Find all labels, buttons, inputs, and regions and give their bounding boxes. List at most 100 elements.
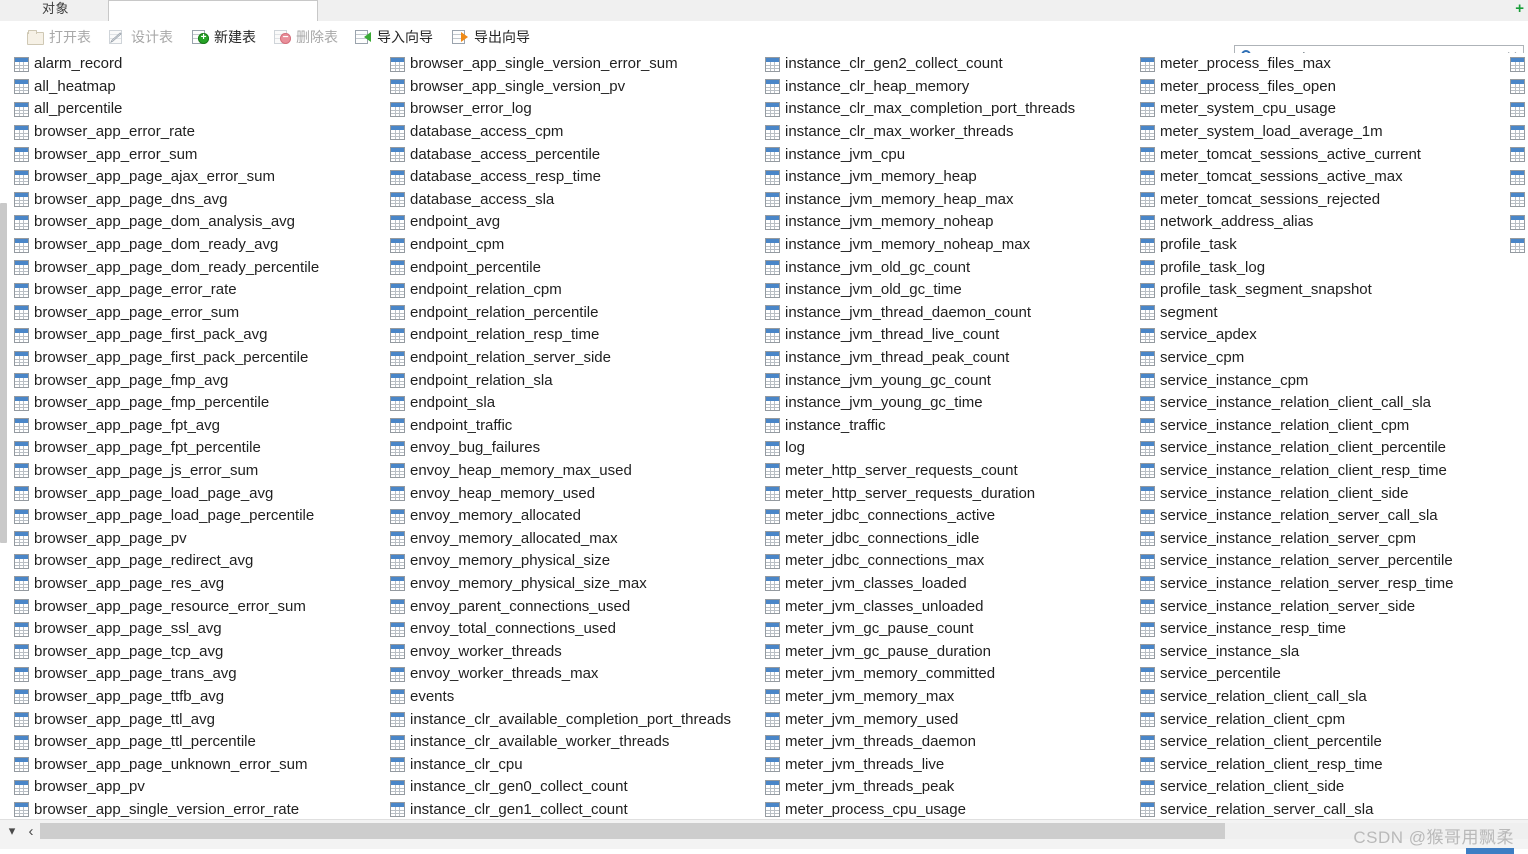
list-item[interactable]: browser_app_page_dns_avg xyxy=(14,189,319,212)
delete-table-button[interactable]: − 删除表 xyxy=(271,25,341,49)
tab-active-page[interactable] xyxy=(108,0,318,23)
list-item[interactable]: instance_jvm_memory_noheap_max xyxy=(765,234,1075,257)
list-item[interactable]: instance_jvm_memory_heap xyxy=(765,166,1075,189)
list-item[interactable]: meter_jvm_classes_unloaded xyxy=(765,595,1075,618)
list-item[interactable]: browser_app_page_fmp_percentile xyxy=(14,392,319,415)
list-item[interactable]: meter_jdbc_connections_active xyxy=(765,505,1075,528)
list-item[interactable]: service_instance_relation_client_percent… xyxy=(1140,437,1453,460)
list-item[interactable]: meter_system_load_average_1m xyxy=(1140,121,1453,144)
list-item[interactable]: instance_jvm_thread_daemon_count xyxy=(765,302,1075,325)
list-item[interactable]: instance_clr_available_worker_threads xyxy=(390,731,731,754)
list-item[interactable]: browser_app_page_fpt_percentile xyxy=(14,437,319,460)
import-wizard-button[interactable]: 导入向导 xyxy=(352,25,436,49)
list-item[interactable]: instance_traffic xyxy=(765,415,1075,438)
list-item[interactable]: instance_clr_available_completion_port_t… xyxy=(390,708,731,731)
list-item[interactable]: meter_jvm_memory_used xyxy=(765,708,1075,731)
list-item[interactable] xyxy=(1510,98,1528,121)
list-item[interactable]: instance_clr_gen1_collect_count xyxy=(390,799,731,820)
list-item[interactable]: browser_app_page_error_rate xyxy=(14,279,319,302)
list-item[interactable]: browser_app_page_first_pack_percentile xyxy=(14,347,319,370)
vertical-scrollbar-thumb[interactable] xyxy=(0,203,7,543)
list-item[interactable] xyxy=(1510,76,1528,99)
list-item[interactable]: envoy_memory_allocated_max xyxy=(390,527,731,550)
list-item[interactable]: service_instance_relation_server_resp_ti… xyxy=(1140,573,1453,596)
list-item[interactable]: meter_jvm_threads_daemon xyxy=(765,731,1075,754)
table-list[interactable]: alarm_record all_heatmap all_percentile bro… xyxy=(0,53,1528,820)
list-item[interactable]: browser_app_page_dom_ready_percentile xyxy=(14,256,319,279)
list-item[interactable]: service_instance_relation_server_side xyxy=(1140,595,1453,618)
list-item[interactable]: envoy_memory_physical_size xyxy=(390,550,731,573)
list-item[interactable]: meter_http_server_requests_duration xyxy=(765,482,1075,505)
list-item[interactable]: service_instance_relation_client_resp_ti… xyxy=(1140,460,1453,483)
list-item[interactable]: browser_app_page_error_sum xyxy=(14,302,319,325)
list-item[interactable] xyxy=(1510,53,1528,76)
list-item[interactable]: browser_app_page_js_error_sum xyxy=(14,460,319,483)
list-item[interactable]: service_instance_relation_client_call_sl… xyxy=(1140,392,1453,415)
list-item[interactable]: database_access_sla xyxy=(390,189,731,212)
list-item[interactable]: browser_app_pv xyxy=(14,776,319,799)
list-item[interactable]: service_instance_relation_client_cpm xyxy=(1140,415,1453,438)
list-item[interactable]: browser_app_page_dom_ready_avg xyxy=(14,234,319,257)
list-item[interactable] xyxy=(1510,211,1528,234)
list-item[interactable]: meter_tomcat_sessions_rejected xyxy=(1140,189,1453,212)
list-item[interactable]: service_instance_cpm xyxy=(1140,369,1453,392)
chevron-left-icon[interactable]: ‹ xyxy=(22,822,40,840)
list-item[interactable]: envoy_worker_threads xyxy=(390,640,731,663)
list-item[interactable]: instance_clr_cpu xyxy=(390,753,731,776)
list-item[interactable]: endpoint_relation_resp_time xyxy=(390,324,731,347)
list-item[interactable]: meter_jvm_memory_committed xyxy=(765,663,1075,686)
list-item[interactable]: browser_app_error_sum xyxy=(14,143,319,166)
design-table-button[interactable]: 设计表 xyxy=(106,25,176,49)
list-item[interactable] xyxy=(1510,143,1528,166)
list-item[interactable]: service_instance_resp_time xyxy=(1140,618,1453,641)
list-item[interactable]: browser_app_page_tcp_avg xyxy=(14,640,319,663)
list-item[interactable]: service_relation_client_side xyxy=(1140,776,1453,799)
list-item[interactable] xyxy=(1510,234,1528,257)
list-item[interactable]: instance_clr_max_worker_threads xyxy=(765,121,1075,144)
list-item[interactable]: endpoint_cpm xyxy=(390,234,731,257)
list-item[interactable]: network_address_alias xyxy=(1140,211,1453,234)
list-item[interactable]: segment xyxy=(1140,302,1453,325)
list-item[interactable]: browser_app_page_ttfb_avg xyxy=(14,686,319,709)
list-item[interactable]: browser_app_page_ttl_percentile xyxy=(14,731,319,754)
list-item[interactable]: meter_process_files_max xyxy=(1140,53,1453,76)
list-item[interactable]: events xyxy=(390,686,731,709)
list-item[interactable] xyxy=(1510,121,1528,144)
chevron-down-icon[interactable]: ▾ xyxy=(3,822,21,840)
list-item[interactable]: browser_app_page_load_page_percentile xyxy=(14,505,319,528)
list-item[interactable]: browser_app_page_ssl_avg xyxy=(14,618,319,641)
list-item[interactable]: envoy_bug_failures xyxy=(390,437,731,460)
list-item[interactable]: browser_app_page_load_page_avg xyxy=(14,482,319,505)
list-item[interactable]: browser_app_error_rate xyxy=(14,121,319,144)
list-item[interactable]: meter_process_files_open xyxy=(1140,76,1453,99)
list-item[interactable]: browser_app_page_resource_error_sum xyxy=(14,595,319,618)
list-item[interactable]: profile_task xyxy=(1140,234,1453,257)
list-item[interactable]: browser_app_single_version_error_rate xyxy=(14,799,319,820)
list-item[interactable]: instance_clr_gen0_collect_count xyxy=(390,776,731,799)
new-table-button[interactable]: + 新建表 xyxy=(189,25,259,49)
list-item[interactable]: database_access_cpm xyxy=(390,121,731,144)
list-item[interactable]: endpoint_relation_server_side xyxy=(390,347,731,370)
list-item[interactable]: service_instance_sla xyxy=(1140,640,1453,663)
list-item[interactable]: all_percentile xyxy=(14,98,319,121)
list-item[interactable]: instance_jvm_memory_noheap xyxy=(765,211,1075,234)
list-item[interactable]: meter_tomcat_sessions_active_current xyxy=(1140,143,1453,166)
list-item[interactable]: meter_tomcat_sessions_active_max xyxy=(1140,166,1453,189)
list-item[interactable]: endpoint_avg xyxy=(390,211,731,234)
list-item[interactable]: instance_jvm_young_gc_count xyxy=(765,369,1075,392)
list-item[interactable]: service_percentile xyxy=(1140,663,1453,686)
list-item[interactable]: endpoint_relation_sla xyxy=(390,369,731,392)
list-item[interactable]: meter_http_server_requests_count xyxy=(765,460,1075,483)
list-item[interactable]: browser_app_page_dom_analysis_avg xyxy=(14,211,319,234)
list-item[interactable]: instance_clr_max_completion_port_threads xyxy=(765,98,1075,121)
list-item[interactable]: log xyxy=(765,437,1075,460)
list-item[interactable]: meter_jdbc_connections_max xyxy=(765,550,1075,573)
list-item[interactable]: service_relation_client_cpm xyxy=(1140,708,1453,731)
list-item[interactable]: browser_app_page_pv xyxy=(14,527,319,550)
list-item[interactable]: instance_jvm_thread_live_count xyxy=(765,324,1075,347)
list-item[interactable]: service_apdex xyxy=(1140,324,1453,347)
list-item[interactable]: database_access_percentile xyxy=(390,143,731,166)
list-item[interactable]: service_relation_client_call_sla xyxy=(1140,686,1453,709)
list-item[interactable]: envoy_memory_physical_size_max xyxy=(390,573,731,596)
list-item[interactable]: envoy_total_connections_used xyxy=(390,618,731,641)
